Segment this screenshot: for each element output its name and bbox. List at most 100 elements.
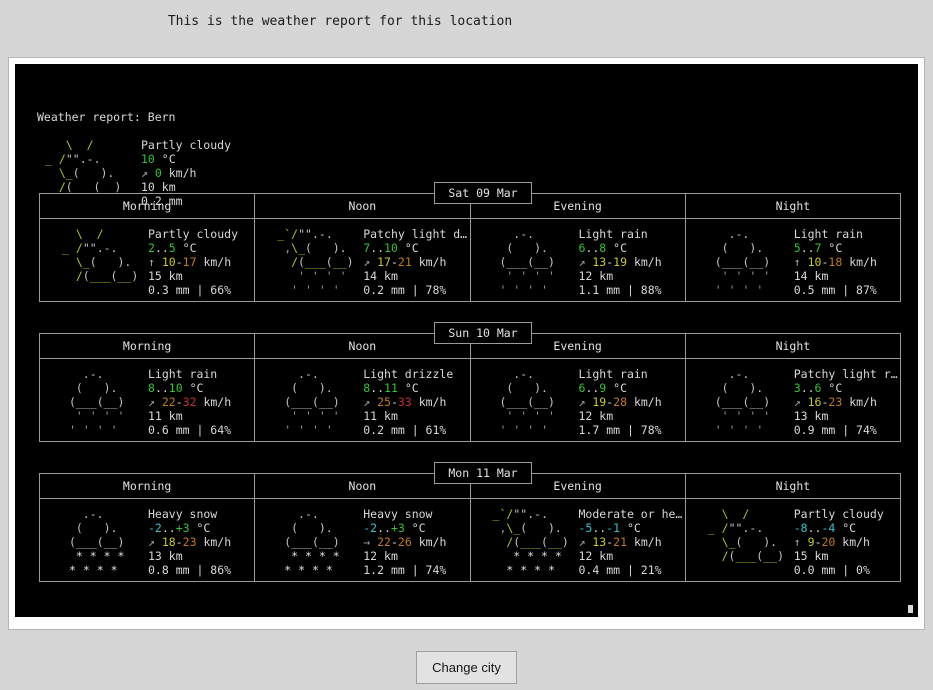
slot-header-cell: Night [684, 333, 902, 359]
slot-condition: Light rain [578, 367, 648, 381]
current-wind: 0 [154, 166, 162, 180]
slot-body-cell: .-. ( ). (___(__) * * * * * * * * Heavy s… [38, 498, 256, 582]
slot-body-cell: \ / _ /"".-. \_( ). /(___(__) Partly clou… [684, 498, 902, 582]
slot-precipitation: 0.5 mm | 87% [793, 283, 877, 297]
table-row: .-. ( ). (___(__) ' ' ' ' ' ' ' ' Light r… [38, 358, 902, 442]
wind-direction-icon: ↗ [148, 395, 155, 409]
slot-name: Morning [122, 199, 172, 213]
weather-icon: .-. ( ). (___(__) ' ' ' ' ' ' ' ' [499, 227, 555, 297]
slot-wind: 10-17 km/h [161, 255, 232, 269]
slot-body-cell: .-. ( ). (___(__) ' ' ' ' ' ' ' ' Light r… [469, 358, 686, 442]
slot-body-cell: _`/"".-. ,\_( ). /(___(__) ' ' ' ' ' ' '… [254, 218, 471, 302]
slot-precipitation: 0.8 mm | 86% [148, 563, 232, 577]
slot-header-cell: Morning [38, 473, 256, 499]
current-condition: Partly cloudy [141, 138, 232, 152]
slot-precipitation: 0.0 mm | 0% [793, 563, 870, 577]
slot-temperature: 7..10 °C [363, 241, 419, 255]
slot-header-cell: Morning [38, 193, 256, 219]
slot-wind: 25-33 km/h [377, 395, 447, 409]
slot-name: Night [775, 339, 811, 353]
wind-direction-icon: ↑ [148, 255, 155, 269]
slot-temperature: -2..+3 °C [363, 521, 426, 535]
slot-condition: Heavy snow [148, 507, 218, 521]
weather-icon: .-. ( ). (___(__) * * * * * * * * [68, 507, 125, 577]
slot-wind: 22-32 km/h [161, 395, 232, 409]
slot-body-cell: .-. ( ). (___(__) ' ' ' ' ' ' ' ' Light r… [684, 218, 902, 302]
slot-visibility: 12 km [578, 269, 614, 283]
slot-visibility: 15 km [148, 269, 183, 283]
slot-body-cell: .-. ( ). (___(__) * * * * * * * * Heavy s… [254, 498, 471, 582]
slot-name: Morning [122, 479, 172, 493]
slot-name: Night [775, 479, 811, 493]
day-forecast-table: Morning Noon Evening Night .-. ( ). (___(__… [38, 333, 902, 442]
day-label: Sat 09 Mar [434, 182, 532, 204]
slot-visibility: 13 km [793, 409, 829, 423]
page-title: This is the weather report for this loca… [167, 14, 513, 29]
slot-precipitation: 0.4 mm | 21% [578, 563, 662, 577]
slot-name: Morning [122, 339, 172, 353]
slot-body-cell: .-. ( ). (___(__) ' ' ' ' ' ' ' ' Light d… [254, 358, 471, 442]
slot-precipitation: 1.1 mm | 88% [578, 283, 662, 297]
slot-condition: Light rain [148, 367, 218, 381]
horizontal-scrollbar[interactable] [904, 603, 916, 615]
slot-wind: 9-20 km/h [807, 535, 870, 549]
table-row: .-. ( ). (___(__) * * * * * * * * Heavy s… [38, 498, 902, 582]
slot-wind: 18-23 km/h [161, 535, 232, 549]
slot-precipitation: 0.2 mm | 61% [363, 423, 447, 437]
report-title: Weather report: Bern [37, 110, 176, 124]
slot-wind: 22-26 km/h [377, 535, 447, 549]
wind-direction-icon: ↗ [363, 395, 371, 409]
slot-temperature: 8..10 °C [148, 381, 204, 395]
slot-temperature: 6..9 °C [578, 381, 628, 395]
slot-precipitation: 0.3 mm | 66% [148, 283, 232, 297]
wind-direction-icon: ↑ [793, 255, 801, 269]
slot-wind: 17-21 km/h [377, 255, 447, 269]
change-city-button[interactable]: Change city [416, 651, 517, 684]
slot-wind: 13-21 km/h [592, 535, 662, 549]
slot-visibility: 14 km [363, 269, 398, 283]
current-weather-icon: \ / _ /"".-. \_( ). /(___(__) [45, 138, 122, 194]
slot-wind: 13-19 km/h [592, 255, 662, 269]
slot-temperature: -2..+3 °C [148, 521, 211, 535]
weather-icon: \ / _ /"".-. \_( ). /(___(__) [707, 507, 785, 563]
slot-header-cell: Morning [38, 333, 256, 359]
weather-icon: .-. ( ). (___(__) ' ' ' ' ' ' ' ' [714, 367, 771, 437]
weather-app-page: This is the weather report for this loca… [0, 0, 933, 690]
slot-wind: 19-28 km/h [592, 395, 662, 409]
slot-visibility: 15 km [793, 549, 829, 563]
day-label: Sun 10 Mar [434, 322, 532, 344]
slot-body-cell: _`/"".-. ,\_( ). /(___(__) * * * * * * *… [469, 498, 686, 582]
wind-direction-icon: ↗ [578, 255, 586, 269]
slot-precipitation: 0.6 mm | 64% [148, 423, 232, 437]
slot-body-cell: .-. ( ). (___(__) ' ' ' ' ' ' ' ' Light r… [469, 218, 686, 302]
slot-visibility: 12 km [363, 549, 398, 563]
wind-direction-icon: ↗ [578, 395, 586, 409]
terminal-frame: Weather report: Bern \ / _ /"".-. \_( ).… [8, 57, 925, 630]
slot-visibility: 13 km [148, 549, 183, 563]
slot-condition: Partly cloudy [793, 507, 884, 521]
slot-precipitation: 0.2 mm | 78% [363, 283, 447, 297]
slot-precipitation: 1.2 mm | 74% [363, 563, 447, 577]
wind-direction-icon: → [363, 535, 371, 549]
slot-precipitation: 0.9 mm | 74% [793, 423, 877, 437]
slot-condition: Light drizzle [363, 367, 454, 381]
slot-condition: Light rain [578, 227, 648, 241]
weather-icon: .-. ( ). (___(__) ' ' ' ' ' ' ' ' [284, 367, 340, 437]
slot-body-cell: .-. ( ). (___(__) ' ' ' ' ' ' ' ' Patchy … [684, 358, 902, 442]
weather-icon: \ / _ /"".-. \_( ). /(___(__) [62, 227, 139, 283]
wind-direction-icon: ↗ [793, 395, 801, 409]
slot-visibility: 14 km [793, 269, 829, 283]
slot-condition: Heavy snow [363, 507, 433, 521]
table-row: \ / _ /"".-. \_( ). /(___(__) Partly clou… [38, 218, 902, 302]
slot-condition: Patchy light d… [363, 227, 468, 241]
terminal-viewport[interactable]: Weather report: Bern \ / _ /"".-. \_( ).… [15, 64, 918, 617]
slot-wind: 16-23 km/h [807, 395, 877, 409]
slot-condition: Partly cloudy [148, 227, 239, 241]
slot-visibility: 11 km [363, 409, 398, 423]
slot-body-cell: .-. ( ). (___(__) ' ' ' ' ' ' ' ' Light r… [38, 358, 256, 442]
wind-direction-icon: ↗ [363, 255, 371, 269]
slot-header-cell: Night [684, 193, 902, 219]
slot-condition: Light rain [793, 227, 863, 241]
current-visibility: 10 km [141, 180, 176, 194]
slot-temperature: 2..5 °C [148, 241, 197, 255]
